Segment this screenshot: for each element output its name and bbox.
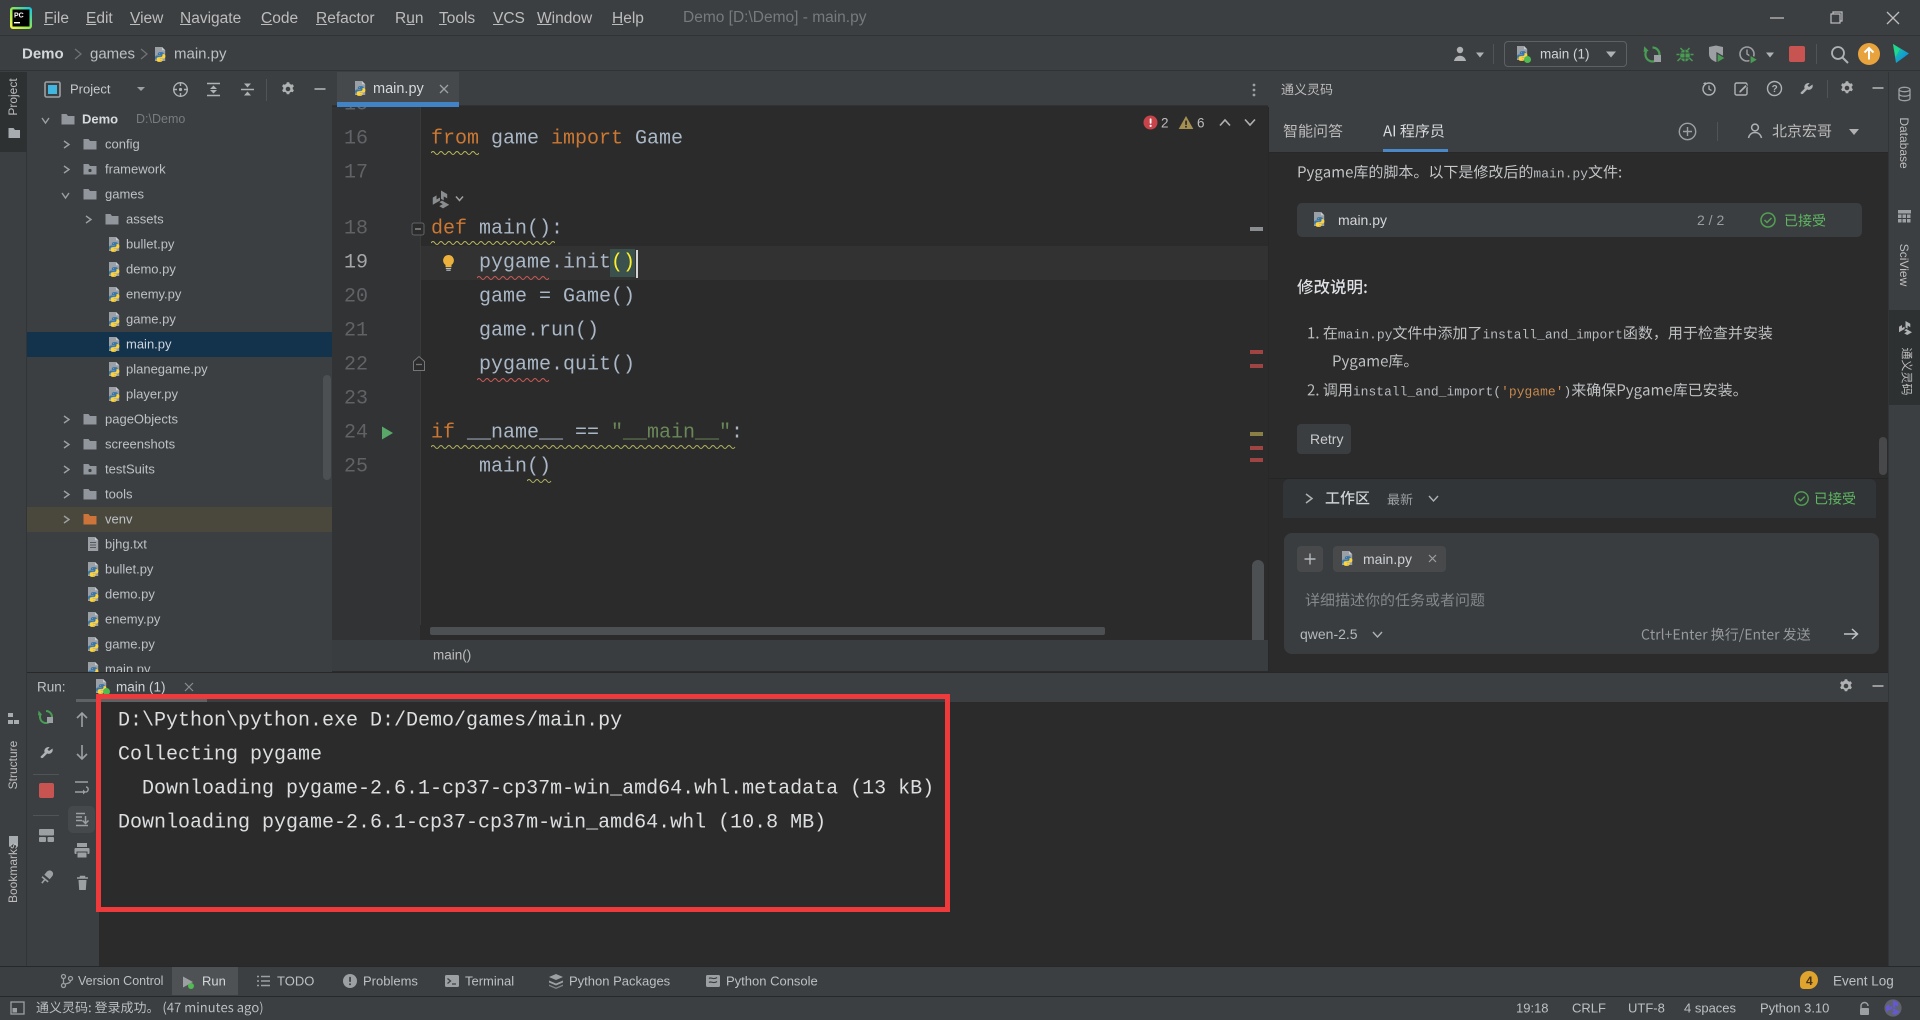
svg-text:PC: PC <box>14 13 24 20</box>
svg-text:?: ? <box>1772 84 1778 95</box>
